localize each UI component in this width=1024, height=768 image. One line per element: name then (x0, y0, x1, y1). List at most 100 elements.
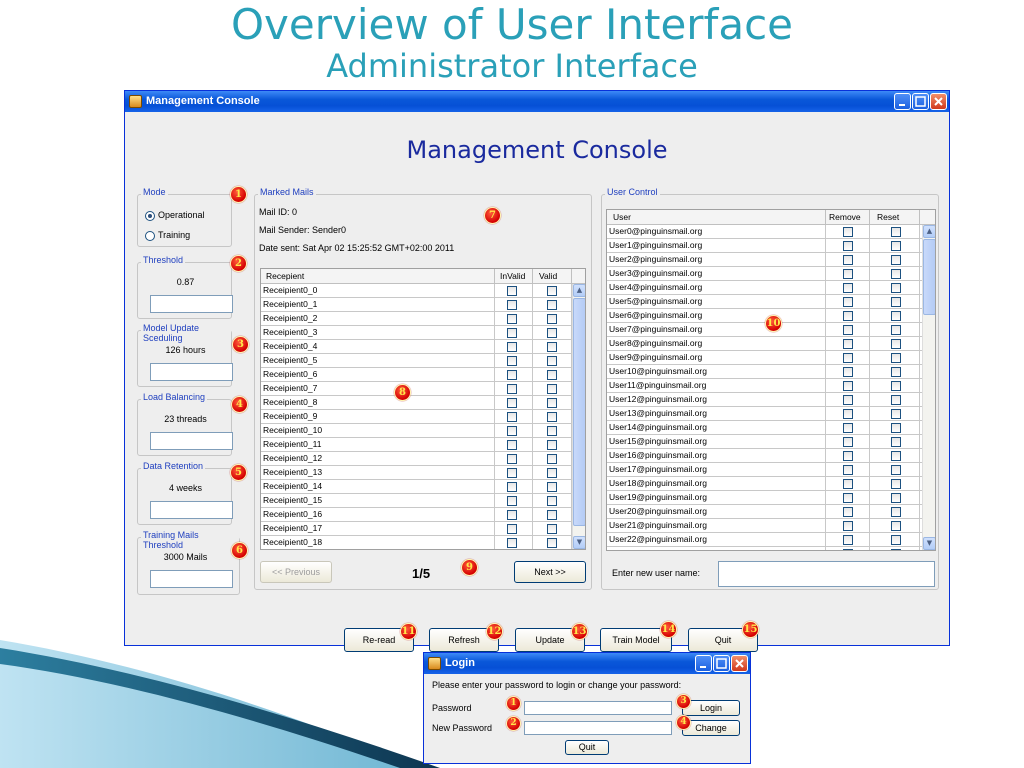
reset-checkbox[interactable] (891, 381, 901, 391)
table-row[interactable]: Receipient0_12 (261, 452, 572, 466)
scroll-thumb[interactable] (573, 298, 585, 526)
reset-checkbox[interactable] (891, 353, 901, 363)
remove-checkbox[interactable] (843, 255, 853, 265)
table-row[interactable]: Receipient0_16 (261, 508, 572, 522)
valid-checkbox[interactable] (547, 482, 557, 492)
table-row[interactable]: User12@pinguinsmail.org (607, 393, 922, 407)
reset-checkbox[interactable] (891, 493, 901, 503)
table-row[interactable]: User11@pinguinsmail.org (607, 379, 922, 393)
remove-checkbox[interactable] (843, 325, 853, 335)
table-row[interactable]: User18@pinguinsmail.org (607, 477, 922, 491)
table-row[interactable]: Receipient0_3 (261, 326, 572, 340)
reset-checkbox[interactable] (891, 269, 901, 279)
new-user-input[interactable] (718, 561, 935, 587)
valid-checkbox[interactable] (547, 426, 557, 436)
table-row[interactable]: Receipient0_18 (261, 536, 572, 549)
load-balancing-input[interactable] (150, 432, 233, 450)
table-row[interactable]: User4@pinguinsmail.org (607, 281, 922, 295)
user-scroll-up-arrow[interactable]: ▲ (923, 225, 935, 238)
reset-checkbox[interactable] (891, 297, 901, 307)
reset-checkbox[interactable] (891, 507, 901, 517)
valid-checkbox[interactable] (547, 510, 557, 520)
table-row[interactable]: User14@pinguinsmail.org (607, 421, 922, 435)
table-row[interactable]: Receipient0_7 (261, 382, 572, 396)
radio-training[interactable] (145, 231, 155, 241)
table-row[interactable]: Receipient0_0 (261, 284, 572, 298)
remove-checkbox[interactable] (843, 535, 853, 545)
valid-checkbox[interactable] (547, 412, 557, 422)
table-row[interactable]: User10@pinguinsmail.org (607, 365, 922, 379)
invalid-checkbox[interactable] (507, 468, 517, 478)
remove-checkbox[interactable] (843, 311, 853, 321)
next-button[interactable]: Next >> (514, 561, 586, 583)
reset-checkbox[interactable] (891, 535, 901, 545)
remove-checkbox[interactable] (843, 409, 853, 419)
radio-operational[interactable] (145, 211, 155, 221)
table-row[interactable]: User2@pinguinsmail.org (607, 253, 922, 267)
valid-checkbox[interactable] (547, 314, 557, 324)
login-titlebar[interactable]: Login (424, 653, 750, 674)
remove-checkbox[interactable] (843, 227, 853, 237)
valid-checkbox[interactable] (547, 342, 557, 352)
table-row[interactable]: Receipient0_5 (261, 354, 572, 368)
table-row[interactable]: Receipient0_15 (261, 494, 572, 508)
invalid-checkbox[interactable] (507, 328, 517, 338)
invalid-checkbox[interactable] (507, 454, 517, 464)
invalid-checkbox[interactable] (507, 314, 517, 324)
invalid-checkbox[interactable] (507, 398, 517, 408)
maximize-button[interactable] (912, 93, 929, 110)
recipient-scrollbar[interactable]: ▲ ▼ (572, 284, 585, 549)
table-row[interactable]: User13@pinguinsmail.org (607, 407, 922, 421)
remove-checkbox[interactable] (843, 241, 853, 251)
invalid-checkbox[interactable] (507, 384, 517, 394)
invalid-checkbox[interactable] (507, 482, 517, 492)
table-row[interactable]: Receipient0_10 (261, 424, 572, 438)
invalid-checkbox[interactable] (507, 440, 517, 450)
password-input[interactable] (524, 701, 672, 715)
user-scrollbar[interactable]: ▲ ▼ (922, 225, 935, 550)
reset-checkbox[interactable] (891, 395, 901, 405)
login-close-button[interactable] (731, 655, 748, 672)
new-password-input[interactable] (524, 721, 672, 735)
reset-checkbox[interactable] (891, 479, 901, 489)
invalid-checkbox[interactable] (507, 300, 517, 310)
login-maximize-button[interactable] (713, 655, 730, 672)
valid-checkbox[interactable] (547, 384, 557, 394)
login-minimize-button[interactable] (695, 655, 712, 672)
table-row[interactable]: User16@pinguinsmail.org (607, 449, 922, 463)
table-row[interactable]: Receipient0_6 (261, 368, 572, 382)
invalid-checkbox[interactable] (507, 370, 517, 380)
remove-checkbox[interactable] (843, 423, 853, 433)
remove-checkbox[interactable] (843, 367, 853, 377)
scroll-down-arrow[interactable]: ▼ (573, 536, 585, 549)
invalid-checkbox[interactable] (507, 510, 517, 520)
remove-checkbox[interactable] (843, 395, 853, 405)
table-row[interactable]: Receipient0_1 (261, 298, 572, 312)
valid-checkbox[interactable] (547, 468, 557, 478)
user-scroll-thumb[interactable] (923, 239, 935, 315)
valid-checkbox[interactable] (547, 524, 557, 534)
reset-checkbox[interactable] (891, 325, 901, 335)
table-row[interactable]: User9@pinguinsmail.org (607, 351, 922, 365)
remove-checkbox[interactable] (843, 451, 853, 461)
remove-checkbox[interactable] (843, 381, 853, 391)
valid-checkbox[interactable] (547, 286, 557, 296)
remove-checkbox[interactable] (843, 339, 853, 349)
table-row[interactable]: Receipient0_14 (261, 480, 572, 494)
reset-checkbox[interactable] (891, 437, 901, 447)
col-recipient[interactable]: Recepient (266, 271, 304, 281)
minimize-button[interactable] (894, 93, 911, 110)
table-row[interactable]: User19@pinguinsmail.org (607, 491, 922, 505)
table-row[interactable]: Receipient0_9 (261, 410, 572, 424)
valid-checkbox[interactable] (547, 370, 557, 380)
valid-checkbox[interactable] (547, 440, 557, 450)
invalid-checkbox[interactable] (507, 412, 517, 422)
table-row[interactable]: User0@pinguinsmail.org (607, 225, 922, 239)
reset-checkbox[interactable] (891, 409, 901, 419)
reset-checkbox[interactable] (891, 367, 901, 377)
remove-checkbox[interactable] (843, 465, 853, 475)
table-row[interactable]: User5@pinguinsmail.org (607, 295, 922, 309)
valid-checkbox[interactable] (547, 496, 557, 506)
reset-checkbox[interactable] (891, 311, 901, 321)
invalid-checkbox[interactable] (507, 356, 517, 366)
